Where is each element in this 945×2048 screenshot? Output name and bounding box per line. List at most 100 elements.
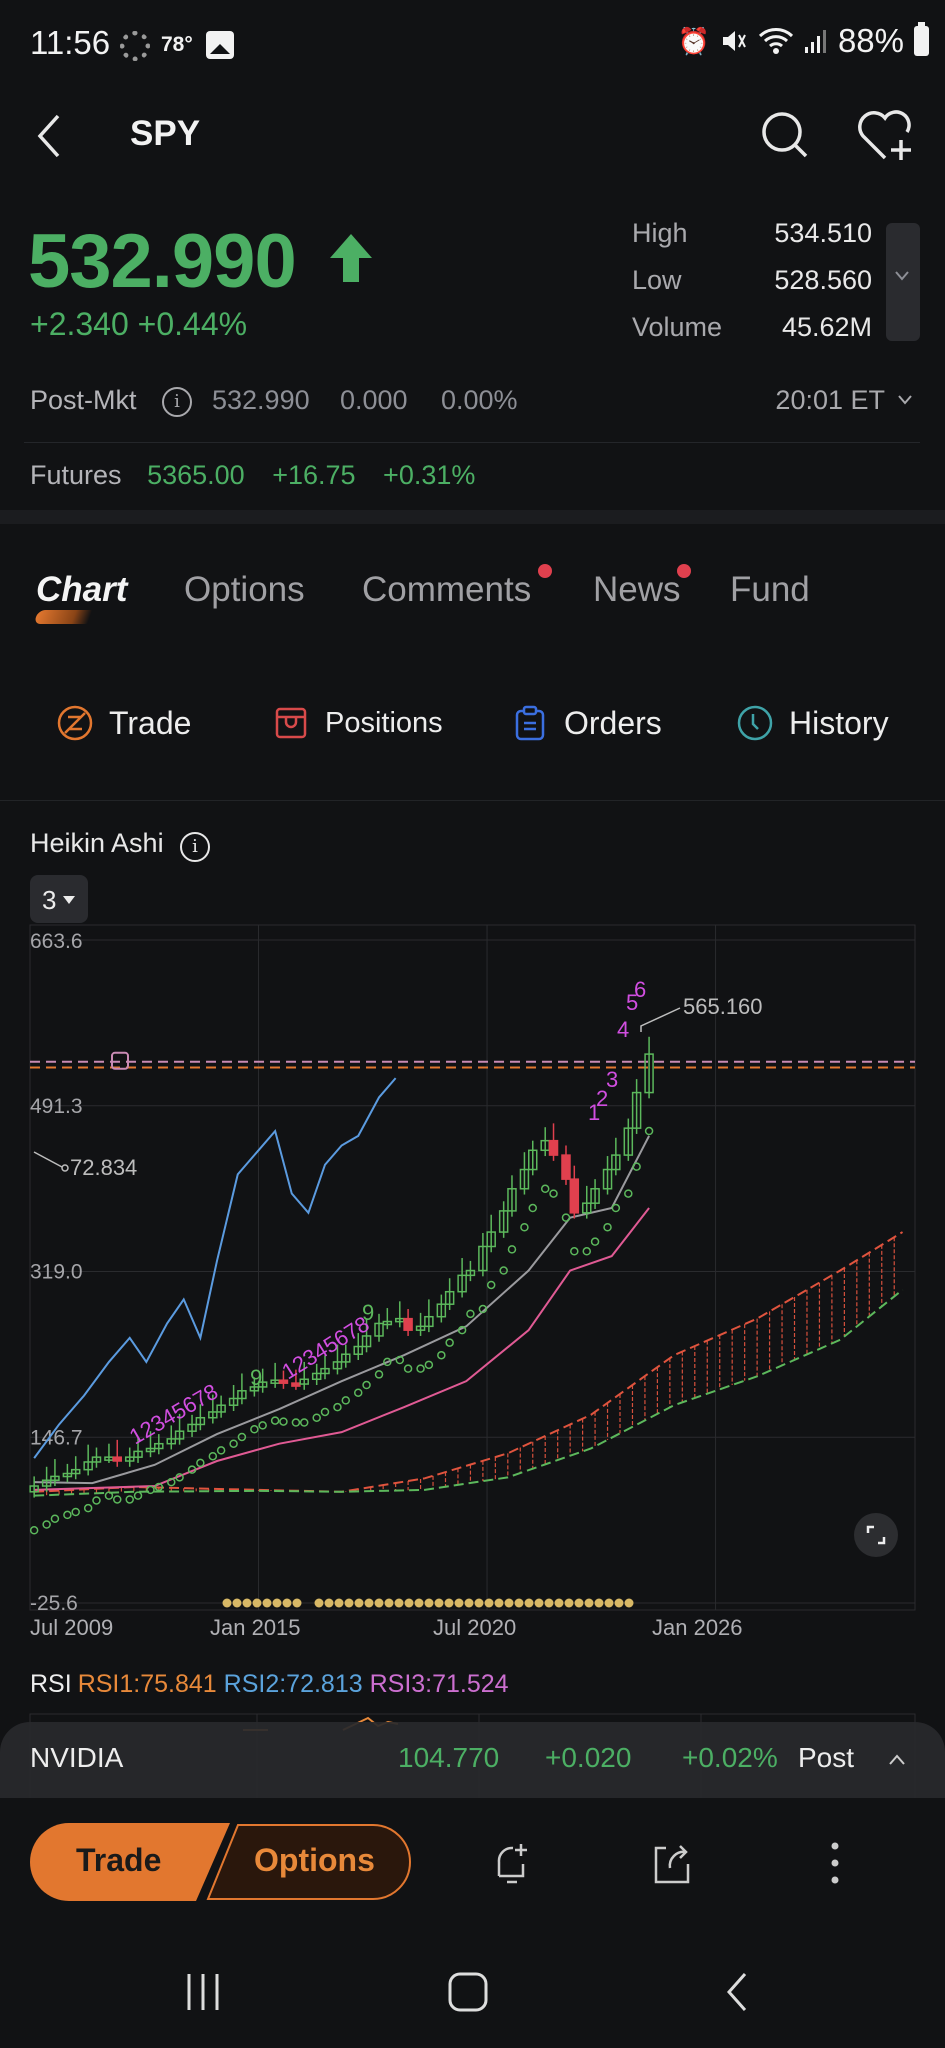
futures-change: +16.75 xyxy=(272,460,356,490)
positions-action[interactable]: Positions xyxy=(273,695,443,751)
ticker-session: Post xyxy=(798,1742,855,1773)
sar-dot xyxy=(549,1189,558,1198)
td-count-label: 6 xyxy=(634,977,646,1002)
share-icon[interactable] xyxy=(648,1838,698,1888)
sar-dot xyxy=(590,1237,600,1246)
tab-options[interactable]: Options xyxy=(184,570,305,610)
sar-dot xyxy=(624,1189,633,1198)
history-action[interactable]: History xyxy=(737,695,889,751)
recent-apps-icon[interactable] xyxy=(183,1970,227,2014)
tab-fund[interactable]: Fund xyxy=(730,570,810,610)
event-dot xyxy=(624,1598,634,1608)
expand-stats-button[interactable] xyxy=(886,223,920,341)
fullscreen-button[interactable] xyxy=(854,1513,898,1557)
status-bar: 11:56 78° ⏰ 88% xyxy=(0,0,945,90)
event-dot xyxy=(364,1598,374,1608)
sar-dot xyxy=(291,1418,301,1427)
plot-frame xyxy=(29,924,916,1611)
futures-change-percent: +0.31% xyxy=(383,460,476,490)
event-dot xyxy=(314,1598,324,1608)
event-dot xyxy=(544,1598,554,1608)
home-icon[interactable] xyxy=(446,1970,490,2014)
ticker-price: 104.770 xyxy=(398,1742,500,1773)
chevron-down-icon[interactable] xyxy=(897,393,913,407)
event-dot xyxy=(554,1598,564,1608)
event-dot xyxy=(272,1598,282,1608)
event-dot xyxy=(574,1598,584,1608)
futures-row[interactable]: Futures 5365.00 +16.75 +0.31% xyxy=(30,460,495,491)
history-clock-icon xyxy=(737,705,773,741)
event-dot xyxy=(494,1598,504,1608)
change-value: +2.340 xyxy=(30,306,129,342)
tab-news[interactable]: News xyxy=(593,570,681,610)
orders-action[interactable]: Orders xyxy=(512,695,662,751)
event-dot xyxy=(404,1598,414,1608)
orders-label: Orders xyxy=(564,704,662,741)
divider xyxy=(24,442,920,443)
info-icon[interactable]: i xyxy=(180,832,210,862)
event-dot xyxy=(594,1598,604,1608)
trade-action[interactable]: Trade xyxy=(57,695,191,751)
mini-quote-bar[interactable]: NVIDIA 104.770 +0.020 +0.02% Post xyxy=(0,1722,945,1798)
sar-dot xyxy=(499,1266,508,1275)
section-separator xyxy=(0,510,945,524)
positions-label: Positions xyxy=(325,706,443,739)
candle-body xyxy=(561,1154,571,1180)
stat-volume: Volume 45.62M xyxy=(632,312,872,359)
low-value-label: 72.834 xyxy=(70,1155,137,1180)
post-market-time[interactable]: 20:01 ET xyxy=(775,385,885,416)
post-market-price: 532.990 xyxy=(212,385,310,415)
back-chevron-icon[interactable] xyxy=(30,112,70,160)
trade-button[interactable]: Trade xyxy=(30,1823,230,1901)
event-dot xyxy=(504,1598,514,1608)
sar-dot xyxy=(603,1222,612,1232)
more-vertical-icon[interactable] xyxy=(810,1838,860,1888)
low-marker-line xyxy=(33,1151,63,1168)
event-dot xyxy=(222,1598,232,1608)
event-dot xyxy=(374,1598,384,1608)
tab-chart[interactable]: Chart xyxy=(36,570,127,610)
sar-dot xyxy=(279,1417,288,1426)
back-icon[interactable] xyxy=(715,1970,759,2014)
sar-dot xyxy=(644,1126,654,1136)
quote-stats: High 534.510 Low 528.560 Volume 45.62M xyxy=(632,218,872,359)
divider xyxy=(0,800,945,801)
event-dot xyxy=(334,1598,344,1608)
sar-dot xyxy=(270,1416,280,1425)
period-select[interactable]: 3 xyxy=(30,875,88,923)
add-alert-icon[interactable] xyxy=(487,1838,537,1888)
event-dot xyxy=(242,1598,252,1608)
candle-body xyxy=(569,1178,580,1214)
sar-dot xyxy=(229,1439,238,1448)
event-dot xyxy=(324,1598,334,1608)
td-count-label: 3 xyxy=(606,1067,618,1092)
sar-dot xyxy=(208,1451,218,1461)
futures-label: Futures xyxy=(30,460,122,490)
search-icon[interactable] xyxy=(760,110,810,160)
sar-dot xyxy=(312,1413,321,1422)
event-dot xyxy=(464,1598,474,1608)
stat-low: Low 528.560 xyxy=(632,265,872,312)
sar-dot xyxy=(374,1370,384,1379)
sar-dot xyxy=(42,1520,51,1529)
sar-dot xyxy=(133,1491,143,1500)
tab-bar: Chart Options Comments News Fund xyxy=(33,564,914,630)
rsi-label: RSI xyxy=(30,1670,72,1698)
event-dot xyxy=(434,1598,444,1608)
sar-dot xyxy=(113,1495,122,1504)
sar-dot xyxy=(299,1418,309,1427)
chevron-up-icon[interactable] xyxy=(888,1754,906,1766)
sar-dot xyxy=(146,1485,155,1495)
x-tick-label: Jul 2009 xyxy=(30,1615,114,1640)
price-chart[interactable]: 663.6491.3319.0146.7-25.6123456789 123456… xyxy=(0,920,945,1640)
status-icons: ⏰ 88% xyxy=(678,22,929,60)
active-tab-indicator xyxy=(33,610,93,624)
sar-dot xyxy=(216,1446,226,1455)
chart-type-label[interactable]: Heikin Ashi xyxy=(30,828,164,859)
action-row: Trade Positions Orders History xyxy=(0,695,945,751)
tab-comments[interactable]: Comments xyxy=(362,570,531,610)
info-icon[interactable]: i xyxy=(162,387,192,417)
rsi2-value: RSI2:72.813 xyxy=(223,1670,363,1698)
comments-notification-dot xyxy=(538,564,552,578)
heart-plus-icon[interactable] xyxy=(855,108,915,164)
